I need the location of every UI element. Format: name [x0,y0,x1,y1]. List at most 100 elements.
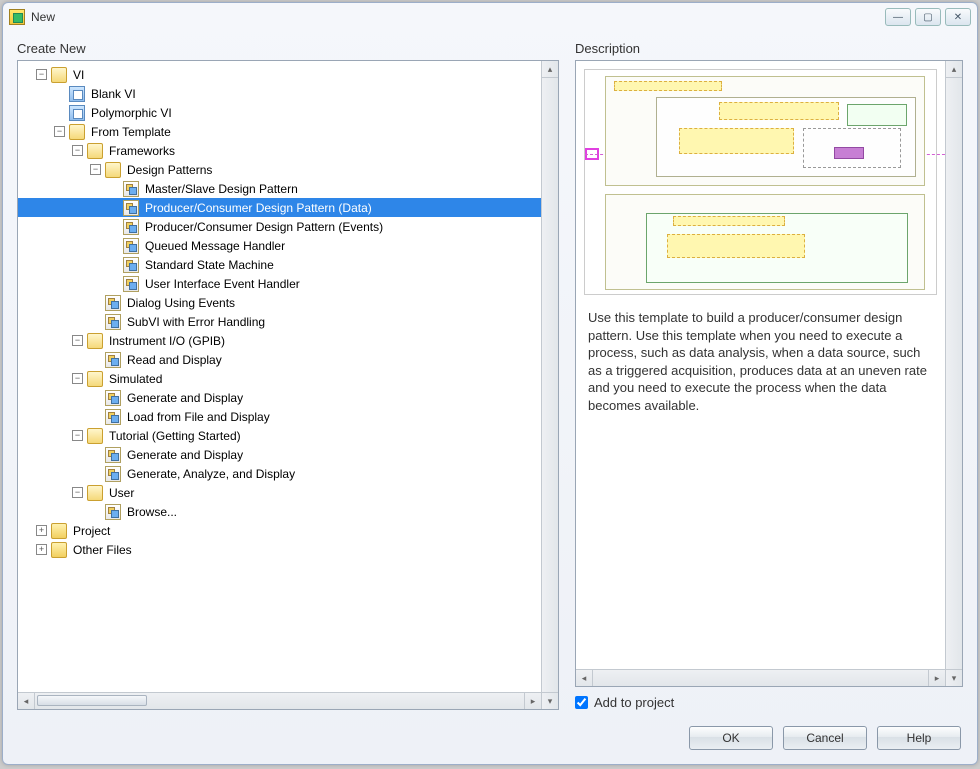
vertical-scrollbar[interactable]: ▴ ▾ [541,61,558,709]
create-new-panel: Create New − VI [17,41,559,710]
titlebar: New — ▢ ✕ [3,3,977,31]
window-title: New [31,10,55,24]
scroll-thumb[interactable] [37,695,147,706]
template-icon [123,219,139,235]
add-to-project-row[interactable]: Add to project [575,695,963,710]
desc-horizontal-scrollbar[interactable]: ◂ ▸ [576,669,945,686]
tree-item-load-from-file[interactable]: Load from File and Display [18,407,541,426]
template-icon [123,238,139,254]
app-icon [9,9,25,25]
collapse-icon[interactable]: − [72,430,83,441]
tree-item-polymorphic-vi[interactable]: Polymorphic VI [18,103,541,122]
description-label: Description [575,41,963,56]
scroll-left-icon[interactable]: ◂ [576,670,593,686]
template-icon [123,276,139,292]
tree-item-vi[interactable]: − VI [18,65,541,84]
template-icon [105,352,121,368]
tree-item-tutorial[interactable]: − Tutorial (Getting Started) [18,426,541,445]
folder-icon [87,485,103,501]
template-icon [105,447,121,463]
tree-item-state-machine[interactable]: Standard State Machine [18,255,541,274]
template-icon [105,314,121,330]
tree-item-dialog-events[interactable]: Dialog Using Events [18,293,541,312]
template-icon [105,504,121,520]
tree-item-queued-message[interactable]: Queued Message Handler [18,236,541,255]
scroll-left-icon[interactable]: ◂ [18,693,35,709]
folder-icon [87,428,103,444]
tree-item-other-files[interactable]: + Other Files [18,540,541,559]
collapse-icon[interactable]: − [72,373,83,384]
tree-item-read-display[interactable]: Read and Display [18,350,541,369]
tree-item-project[interactable]: + Project [18,521,541,540]
folder-icon [87,333,103,349]
description-box: Use this template to build a producer/co… [575,60,963,687]
vi-icon [69,105,85,121]
tree-item-producer-consumer-events[interactable]: Producer/Consumer Design Pattern (Events… [18,217,541,236]
folder-icon [87,143,103,159]
scroll-down-icon[interactable]: ▾ [542,692,558,709]
folder-icon [105,162,121,178]
help-button[interactable]: Help [877,726,961,750]
description-panel: Description [575,41,963,710]
folder-icon [51,67,67,83]
scroll-up-icon[interactable]: ▴ [542,61,558,78]
folder-icon [51,542,67,558]
template-icon [105,390,121,406]
block-diagram-thumbnail [584,69,937,295]
template-icon [105,466,121,482]
scroll-down-icon[interactable]: ▾ [946,669,962,686]
collapse-icon[interactable]: − [72,487,83,498]
template-tree[interactable]: − VI Blank VI [17,60,559,710]
template-icon [123,200,139,216]
tree-content: − VI Blank VI [18,61,541,692]
folder-icon [87,371,103,387]
tree-item-frameworks[interactable]: − Frameworks [18,141,541,160]
tree-item-generate-analyze[interactable]: Generate, Analyze, and Display [18,464,541,483]
tree-item-browse[interactable]: Browse... [18,502,541,521]
collapse-icon[interactable]: − [72,335,83,346]
template-icon [105,295,121,311]
tree-item-design-patterns[interactable]: − Design Patterns [18,160,541,179]
horizontal-scrollbar[interactable]: ◂ ▸ [18,692,541,709]
maximize-button[interactable]: ▢ [915,8,941,26]
collapse-icon[interactable]: − [72,145,83,156]
dialog-footer: OK Cancel Help [3,714,977,764]
tree-item-master-slave[interactable]: Master/Slave Design Pattern [18,179,541,198]
tree-item-producer-consumer-data[interactable]: Producer/Consumer Design Pattern (Data) [18,198,541,217]
ok-button[interactable]: OK [689,726,773,750]
tree-item-user[interactable]: − User [18,483,541,502]
expand-icon[interactable]: + [36,544,47,555]
close-button[interactable]: ✕ [945,8,971,26]
template-preview [576,61,945,301]
collapse-icon[interactable]: − [90,164,101,175]
tree-item-generate-display-2[interactable]: Generate and Display [18,445,541,464]
vi-icon [69,86,85,102]
collapse-icon[interactable]: − [54,126,65,137]
scroll-up-icon[interactable]: ▴ [946,61,962,78]
tree-item-simulated[interactable]: − Simulated [18,369,541,388]
tree-item-ui-event-handler[interactable]: User Interface Event Handler [18,274,541,293]
tree-item-blank-vi[interactable]: Blank VI [18,84,541,103]
scroll-right-icon[interactable]: ▸ [524,693,541,709]
dialog-body: Create New − VI [3,31,977,714]
create-new-label: Create New [17,41,559,56]
description-text: Use this template to build a producer/co… [576,301,945,426]
cancel-button[interactable]: Cancel [783,726,867,750]
collapse-icon[interactable]: − [36,69,47,80]
template-icon [123,257,139,273]
tree-item-from-template[interactable]: − From Template [18,122,541,141]
minimize-button[interactable]: — [885,8,911,26]
tree-item-generate-display[interactable]: Generate and Display [18,388,541,407]
folder-icon [69,124,85,140]
desc-vertical-scrollbar[interactable]: ▴ ▾ [945,61,962,686]
template-icon [123,181,139,197]
expand-icon[interactable]: + [36,525,47,536]
add-to-project-checkbox[interactable] [575,696,588,709]
add-to-project-label: Add to project [594,695,674,710]
dialog-window: New — ▢ ✕ Create New − VI [2,2,978,765]
folder-icon [51,523,67,539]
tree-item-instrument-io[interactable]: − Instrument I/O (GPIB) [18,331,541,350]
tree-item-subvi-error[interactable]: SubVI with Error Handling [18,312,541,331]
scroll-right-icon[interactable]: ▸ [928,670,945,686]
template-icon [105,409,121,425]
